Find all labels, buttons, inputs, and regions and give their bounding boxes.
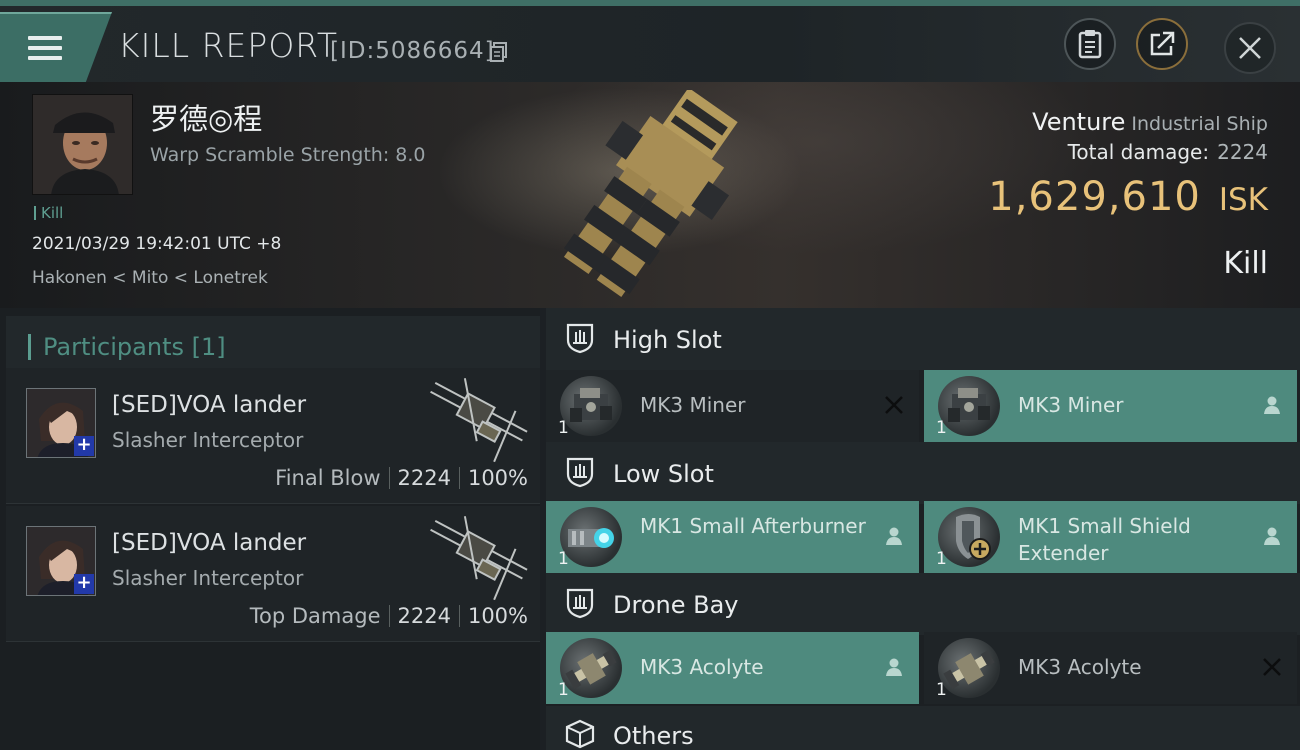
module-name: MK3 Acolyte bbox=[1018, 655, 1142, 679]
module-quantity: 1 bbox=[936, 418, 947, 438]
participant-avatar[interactable]: + bbox=[26, 526, 96, 596]
miner-module-icon bbox=[560, 376, 622, 436]
drone-bay-header: Drone Bay bbox=[546, 573, 1300, 635]
isk-unit: ISK bbox=[1218, 182, 1268, 218]
participant-percent: 100% bbox=[467, 466, 528, 490]
participant-ship-image bbox=[430, 378, 528, 463]
share-button[interactable] bbox=[1136, 18, 1188, 70]
page-title: KILL REPORT bbox=[118, 26, 338, 65]
dropped-person-icon bbox=[886, 527, 902, 545]
drone-bay-icon bbox=[566, 588, 594, 619]
participant-name[interactable]: [SED]VOA lander bbox=[112, 530, 306, 556]
header-bar: KILL REPORT [ID:5086664] bbox=[0, 0, 1300, 84]
participant-damage: 2224 bbox=[397, 466, 451, 490]
module-quantity: 1 bbox=[558, 680, 569, 700]
low-slot-header: Low Slot bbox=[546, 442, 1300, 504]
module-quantity: 1 bbox=[936, 680, 947, 700]
shield-extender-module-icon bbox=[938, 507, 1000, 567]
participants-header: Participants [1] bbox=[6, 316, 540, 376]
hamburger-menu-icon bbox=[28, 36, 62, 64]
pilot-portrait-image bbox=[33, 95, 132, 194]
high-slot-label: High Slot bbox=[613, 326, 722, 354]
plus-icon: + bbox=[74, 574, 94, 594]
participants-title: Participants [1] bbox=[28, 334, 226, 360]
participant-ship-image bbox=[430, 516, 528, 601]
victim-portrait[interactable] bbox=[32, 94, 133, 195]
participants-panel: Participants [1] + [SED]VOA lander Slash… bbox=[0, 308, 540, 750]
clipboard-button[interactable] bbox=[1064, 18, 1116, 70]
drone-bay-label: Drone Bay bbox=[613, 591, 739, 619]
module-item[interactable]: 1 MK3 Acolyte bbox=[924, 632, 1297, 704]
share-icon bbox=[1150, 31, 1175, 56]
dropped-person-icon bbox=[1264, 527, 1280, 545]
module-item[interactable]: 1 MK1 Small Afterburner bbox=[546, 501, 919, 573]
warp-scramble-strength: Warp Scramble Strength: 8.0 bbox=[150, 144, 426, 166]
victim-ship: Venture Industrial Ship bbox=[1032, 108, 1268, 136]
menu-button[interactable] bbox=[0, 12, 112, 84]
dropped-person-icon bbox=[886, 658, 902, 676]
module-item[interactable]: 1 MK3 Miner bbox=[546, 370, 919, 442]
module-quantity: 1 bbox=[558, 549, 569, 569]
module-name: MK1 Small Afterburner bbox=[640, 514, 866, 538]
close-button[interactable] bbox=[1224, 22, 1276, 74]
participant-ship: Slasher Interceptor bbox=[112, 566, 304, 590]
kill-id: [ID:5086664] bbox=[330, 38, 495, 64]
isk-value: 1,629,610 ISK bbox=[988, 174, 1268, 220]
participant-ship: Slasher Interceptor bbox=[112, 428, 304, 452]
total-damage: Total damage: 2224 bbox=[1068, 140, 1268, 164]
module-name: MK1 Small Shield Extender bbox=[1018, 514, 1191, 565]
kill-tag: Kill bbox=[34, 206, 63, 221]
total-damage-label: Total damage: bbox=[1067, 140, 1210, 164]
ship-class: Industrial Ship bbox=[1131, 113, 1268, 135]
kill-timestamp: 2021/03/29 19:42:01 UTC +8 bbox=[32, 234, 282, 254]
drone-icon bbox=[938, 638, 1000, 698]
kill-result: Kill bbox=[1223, 246, 1268, 281]
victim-ship-image[interactable] bbox=[525, 90, 775, 300]
participant-card[interactable]: + [SED]VOA lander Slasher Interceptor Fi… bbox=[6, 368, 540, 504]
participant-role: Final Blow bbox=[275, 466, 381, 490]
module-name: MK3 Acolyte bbox=[640, 655, 764, 679]
high-slot-icon bbox=[566, 323, 594, 354]
participant-percent: 100% bbox=[467, 604, 528, 628]
ship-name: Venture bbox=[1032, 108, 1126, 136]
module-quantity: 1 bbox=[936, 549, 947, 569]
victim-name[interactable]: 罗德◎程 bbox=[150, 96, 262, 138]
module-item[interactable]: 1 MK1 Small Shield Extender bbox=[924, 501, 1297, 573]
clipboard-icon bbox=[1078, 30, 1102, 59]
dropped-person-icon bbox=[1264, 396, 1280, 414]
module-item[interactable]: 1 MK3 Miner bbox=[924, 370, 1297, 442]
close-icon bbox=[1239, 37, 1261, 59]
module-name: MK3 Miner bbox=[1018, 393, 1124, 417]
copy-icon[interactable] bbox=[490, 42, 508, 62]
plus-icon: + bbox=[74, 436, 94, 456]
participant-role: Top Damage bbox=[249, 604, 381, 628]
others-header: Others bbox=[546, 706, 1300, 750]
drone-icon bbox=[560, 638, 622, 698]
low-slot-icon bbox=[566, 457, 594, 488]
afterburner-module-icon bbox=[560, 507, 622, 567]
module-name: MK3 Miner bbox=[640, 393, 746, 417]
module-quantity: 1 bbox=[558, 418, 569, 438]
cargo-box-icon bbox=[565, 719, 595, 749]
victim-summary: 罗德◎程 Warp Scramble Strength: 8.0 Kill 20… bbox=[0, 82, 1300, 308]
destroyed-icon bbox=[885, 396, 903, 414]
module-item[interactable]: 1 MK3 Acolyte bbox=[546, 632, 919, 704]
high-slot-header: High Slot bbox=[546, 308, 1300, 370]
fittings-panel: High Slot 1 MK3 Miner 1 MK3 Miner Low Sl… bbox=[546, 308, 1300, 750]
kill-location[interactable]: Hakonen < Mito < Lonetrek bbox=[32, 268, 268, 288]
miner-module-icon bbox=[938, 376, 1000, 436]
participant-stats: Top Damage 2224 100% bbox=[250, 604, 528, 628]
others-label: Others bbox=[613, 722, 694, 750]
participant-avatar[interactable]: + bbox=[26, 388, 96, 458]
participant-name[interactable]: [SED]VOA lander bbox=[112, 392, 306, 418]
low-slot-label: Low Slot bbox=[613, 460, 714, 488]
destroyed-icon bbox=[1263, 658, 1281, 676]
participant-card[interactable]: + [SED]VOA lander Slasher Interceptor To… bbox=[6, 506, 540, 642]
participant-stats: Final Blow 2224 100% bbox=[275, 466, 528, 490]
total-damage-value: 2224 bbox=[1217, 140, 1268, 164]
participant-damage: 2224 bbox=[397, 604, 451, 628]
isk-amount: 1,629,610 bbox=[988, 174, 1201, 220]
